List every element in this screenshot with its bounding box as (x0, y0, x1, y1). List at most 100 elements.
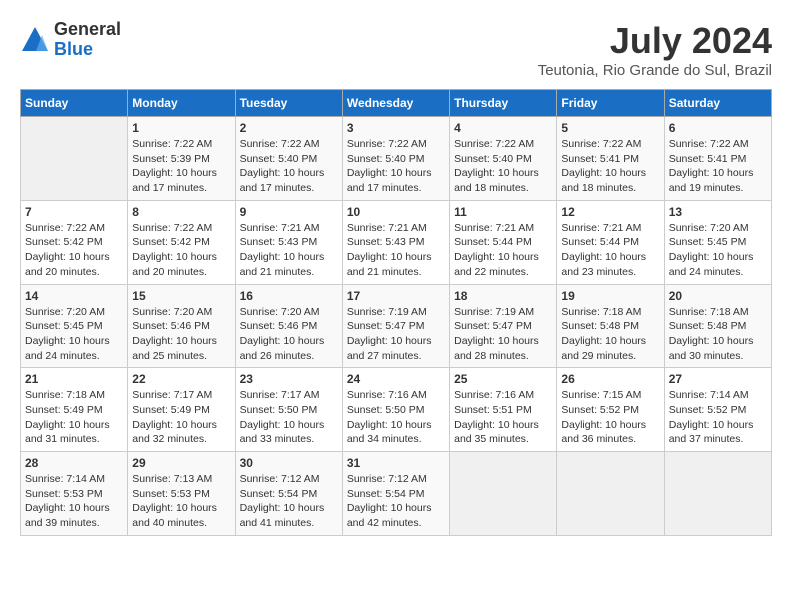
calendar-cell: 25 Sunrise: 7:16 AMSunset: 5:51 PMDayligh… (450, 368, 557, 452)
calendar-cell: 17Sunrise: 7:19 AMSunset: 5:47 PMDayligh… (342, 284, 449, 368)
day-number: 1 (132, 121, 230, 135)
calendar-cell: 20 Sunrise: 7:18 AMSunset: 5:48 PMDayligh… (664, 284, 771, 368)
day-number: 19 (561, 289, 659, 303)
day-info: Sunrise: 7:22 AMSunset: 5:42 PMDaylight:… (25, 221, 123, 280)
day-info: Sunrise: 7:21 AMSunset: 5:44 PMDaylight:… (561, 221, 659, 280)
calendar-cell: 23 Sunrise: 7:17 AMSunset: 5:50 PMDayligh… (235, 368, 342, 452)
calendar-cell: 27 Sunrise: 7:14 AMSunset: 5:52 PMDayligh… (664, 368, 771, 452)
day-info: Sunrise: 7:21 AMSunset: 5:43 PMDaylight:… (347, 221, 445, 280)
calendar-cell: 22 Sunrise: 7:17 AMSunset: 5:49 PMDayligh… (128, 368, 235, 452)
logo: General Blue (20, 20, 121, 60)
day-info: Sunrise: 7:22 AMSunset: 5:40 PMDaylight:… (240, 137, 338, 196)
day-info: Sunrise: 7:19 AMSunset: 5:47 PMDaylight:… (454, 305, 552, 364)
calendar-cell: 16 Sunrise: 7:20 AMSunset: 5:46 PMDayligh… (235, 284, 342, 368)
day-info: Sunrise: 7:16 AMSunset: 5:50 PMDaylight:… (347, 388, 445, 447)
calendar-table: SundayMondayTuesdayWednesdayThursdayFrid… (20, 89, 772, 536)
calendar-week-row: 1 Sunrise: 7:22 AMSunset: 5:39 PMDaylight… (21, 117, 772, 201)
day-info: Sunrise: 7:22 AMSunset: 5:41 PMDaylight:… (561, 137, 659, 196)
month-year: July 2024 (538, 20, 772, 62)
day-number: 17 (347, 289, 445, 303)
calendar-cell (664, 452, 771, 536)
day-number: 12 (561, 205, 659, 219)
day-number: 27 (669, 372, 767, 386)
calendar-cell: 30 Sunrise: 7:12 AMSunset: 5:54 PMDayligh… (235, 452, 342, 536)
day-info: Sunrise: 7:17 AMSunset: 5:49 PMDaylight:… (132, 388, 230, 447)
calendar-week-row: 28 Sunrise: 7:14 AMSunset: 5:53 PMDayligh… (21, 452, 772, 536)
logo-text: General Blue (54, 20, 121, 60)
day-info: Sunrise: 7:22 AMSunset: 5:42 PMDaylight:… (132, 221, 230, 280)
day-number: 25 (454, 372, 552, 386)
calendar-cell: 11Sunrise: 7:21 AMSunset: 5:44 PMDayligh… (450, 200, 557, 284)
day-number: 3 (347, 121, 445, 135)
day-number: 14 (25, 289, 123, 303)
day-number: 7 (25, 205, 123, 219)
logo-general: General (54, 20, 121, 40)
calendar-cell: 7 Sunrise: 7:22 AMSunset: 5:42 PMDaylight… (21, 200, 128, 284)
day-number: 23 (240, 372, 338, 386)
day-number: 2 (240, 121, 338, 135)
calendar-cell: 4 Sunrise: 7:22 AMSunset: 5:40 PMDaylight… (450, 117, 557, 201)
calendar-cell (557, 452, 664, 536)
calendar-week-row: 7 Sunrise: 7:22 AMSunset: 5:42 PMDaylight… (21, 200, 772, 284)
weekday-header: Tuesday (235, 90, 342, 117)
day-number: 11 (454, 205, 552, 219)
calendar-cell: 29 Sunrise: 7:13 AMSunset: 5:53 PMDayligh… (128, 452, 235, 536)
calendar-cell: 31 Sunrise: 7:12 AMSunset: 5:54 PMDayligh… (342, 452, 449, 536)
day-info: Sunrise: 7:21 AMSunset: 5:43 PMDaylight:… (240, 221, 338, 280)
day-info: Sunrise: 7:18 AMSunset: 5:48 PMDaylight:… (561, 305, 659, 364)
day-number: 20 (669, 289, 767, 303)
day-info: Sunrise: 7:20 AMSunset: 5:45 PMDaylight:… (669, 221, 767, 280)
calendar-cell (450, 452, 557, 536)
logo-blue: Blue (54, 40, 121, 60)
day-info: Sunrise: 7:22 AMSunset: 5:40 PMDaylight:… (454, 137, 552, 196)
page-header: General Blue July 2024 Teutonia, Rio Gra… (20, 20, 772, 79)
day-info: Sunrise: 7:20 AMSunset: 5:46 PMDaylight:… (132, 305, 230, 364)
day-number: 30 (240, 456, 338, 470)
calendar-week-row: 21 Sunrise: 7:18 AMSunset: 5:49 PMDayligh… (21, 368, 772, 452)
calendar-cell: 8 Sunrise: 7:22 AMSunset: 5:42 PMDaylight… (128, 200, 235, 284)
day-info: Sunrise: 7:22 AMSunset: 5:41 PMDaylight:… (669, 137, 767, 196)
day-number: 9 (240, 205, 338, 219)
day-number: 16 (240, 289, 338, 303)
calendar-cell: 14Sunrise: 7:20 AMSunset: 5:45 PMDayligh… (21, 284, 128, 368)
day-number: 26 (561, 372, 659, 386)
day-info: Sunrise: 7:14 AMSunset: 5:53 PMDaylight:… (25, 472, 123, 531)
day-info: Sunrise: 7:18 AMSunset: 5:49 PMDaylight:… (25, 388, 123, 447)
day-info: Sunrise: 7:17 AMSunset: 5:50 PMDaylight:… (240, 388, 338, 447)
day-number: 29 (132, 456, 230, 470)
day-number: 5 (561, 121, 659, 135)
day-number: 21 (25, 372, 123, 386)
day-number: 22 (132, 372, 230, 386)
calendar-cell: 21 Sunrise: 7:18 AMSunset: 5:49 PMDayligh… (21, 368, 128, 452)
calendar-cell (21, 117, 128, 201)
day-number: 8 (132, 205, 230, 219)
day-info: Sunrise: 7:16 AMSunset: 5:51 PMDaylight:… (454, 388, 552, 447)
day-info: Sunrise: 7:13 AMSunset: 5:53 PMDaylight:… (132, 472, 230, 531)
day-number: 18 (454, 289, 552, 303)
day-info: Sunrise: 7:22 AMSunset: 5:39 PMDaylight:… (132, 137, 230, 196)
calendar-cell: 3Sunrise: 7:22 AMSunset: 5:40 PMDaylight… (342, 117, 449, 201)
weekday-header: Friday (557, 90, 664, 117)
calendar-cell: 5 Sunrise: 7:22 AMSunset: 5:41 PMDaylight… (557, 117, 664, 201)
calendar-cell: 24Sunrise: 7:16 AMSunset: 5:50 PMDayligh… (342, 368, 449, 452)
logo-icon (20, 25, 50, 55)
weekday-header: Monday (128, 90, 235, 117)
day-number: 4 (454, 121, 552, 135)
day-info: Sunrise: 7:12 AMSunset: 5:54 PMDaylight:… (240, 472, 338, 531)
day-info: Sunrise: 7:15 AMSunset: 5:52 PMDaylight:… (561, 388, 659, 447)
weekday-header: Thursday (450, 90, 557, 117)
day-info: Sunrise: 7:14 AMSunset: 5:52 PMDaylight:… (669, 388, 767, 447)
day-number: 15 (132, 289, 230, 303)
day-number: 31 (347, 456, 445, 470)
day-info: Sunrise: 7:20 AMSunset: 5:46 PMDaylight:… (240, 305, 338, 364)
day-number: 28 (25, 456, 123, 470)
calendar-cell: 18 Sunrise: 7:19 AMSunset: 5:47 PMDayligh… (450, 284, 557, 368)
location: Teutonia, Rio Grande do Sul, Brazil (538, 62, 772, 79)
calendar-cell: 12 Sunrise: 7:21 AMSunset: 5:44 PMDayligh… (557, 200, 664, 284)
day-number: 6 (669, 121, 767, 135)
day-number: 10 (347, 205, 445, 219)
header-row: SundayMondayTuesdayWednesdayThursdayFrid… (21, 90, 772, 117)
day-info: Sunrise: 7:18 AMSunset: 5:48 PMDaylight:… (669, 305, 767, 364)
calendar-cell: 6 Sunrise: 7:22 AMSunset: 5:41 PMDaylight… (664, 117, 771, 201)
day-info: Sunrise: 7:12 AMSunset: 5:54 PMDaylight:… (347, 472, 445, 531)
